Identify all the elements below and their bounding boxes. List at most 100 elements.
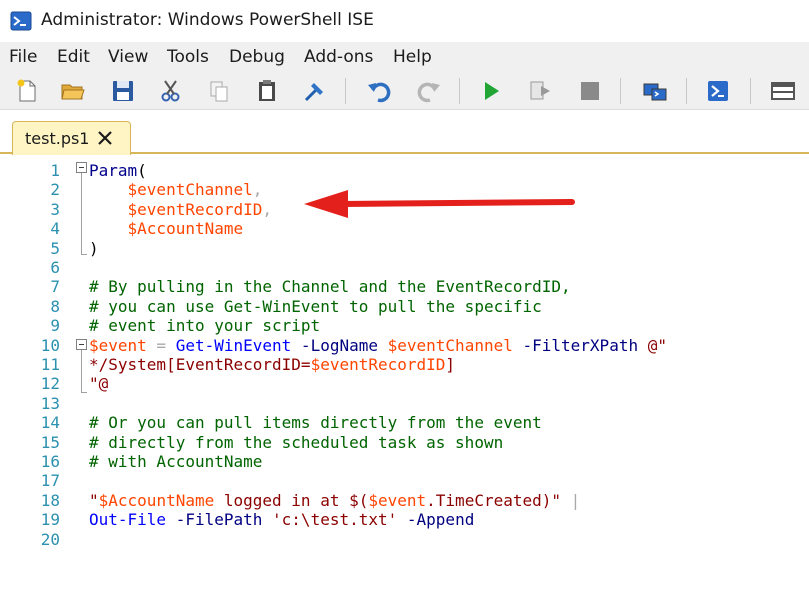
code-token: logged in at $(	[214, 490, 369, 510]
code-token: 'c:\test.txt'	[272, 510, 398, 530]
code-token: Get-WinEvent	[175, 335, 292, 355]
collapse-region-icon[interactable]	[76, 339, 87, 350]
code-token: @"	[647, 335, 667, 355]
menu-view[interactable]: View	[108, 47, 148, 67]
collapse-region-icon[interactable]	[76, 162, 87, 173]
toolbar-separator	[620, 78, 621, 104]
cut-icon[interactable]	[158, 78, 184, 104]
code-token: # event into your script	[89, 316, 321, 336]
menu-tools[interactable]: Tools	[167, 47, 209, 67]
code-line: "@	[89, 374, 108, 393]
toolbar-separator	[345, 78, 346, 104]
toolbar-separator	[459, 78, 460, 104]
line-number: 1	[50, 161, 60, 180]
toolbar	[0, 72, 809, 110]
code-token: ]	[445, 355, 456, 374]
code-token: $AccountName	[127, 219, 244, 239]
code-token: -FilePath	[166, 510, 273, 530]
code-token: # Or you can pull items directly from th…	[89, 413, 542, 433]
line-number: 7	[50, 277, 60, 297]
line-number: 3	[50, 199, 60, 219]
code-token: $AccountName	[98, 490, 215, 510]
code-token: $eventRecordID	[310, 355, 446, 374]
script-editor[interactable]: 1 2 3 4 5 6 7 8 9 10 11 12 13 14 15 16 17 18 19 20 Param( $…	[0, 156, 809, 607]
save-icon[interactable]	[110, 78, 136, 104]
line-number: 19	[40, 510, 60, 530]
line-number: 12	[40, 374, 60, 394]
line-number: 8	[50, 296, 60, 316]
annotation-arrow-icon	[304, 190, 575, 218]
close-icon[interactable]	[95, 128, 115, 148]
code-line: # Or you can pull items directly from th…	[89, 413, 542, 432]
code-token: $eventChannel	[127, 180, 253, 200]
code-token: $eventChannel	[387, 335, 513, 355]
code-token: "@	[89, 374, 109, 394]
code-line: # event into your script	[89, 316, 320, 335]
menu-edit[interactable]: Edit	[57, 47, 90, 67]
line-number: 5	[50, 238, 60, 258]
code-line: Param(	[89, 161, 147, 180]
code-token: $eventRecordID	[127, 199, 263, 219]
powershell-app-icon	[10, 11, 32, 31]
code-token: -FilterXPath	[512, 335, 648, 355]
code-token: |	[561, 490, 581, 510]
powershell-console-icon[interactable]	[705, 78, 731, 104]
paste-icon[interactable]	[254, 78, 280, 104]
code-token: .TimeCreated)"	[426, 490, 562, 510]
line-number: 6	[50, 258, 60, 277]
code-token: ,	[262, 199, 273, 219]
stop-icon[interactable]	[577, 78, 603, 104]
menu-add-ons[interactable]: Add-ons	[304, 47, 373, 67]
code-line: # with AccountName	[89, 452, 262, 471]
run-script-icon[interactable]	[478, 78, 504, 104]
code-line: */System[EventRecordID=$eventRecordID]	[89, 355, 455, 374]
code-line: $event = Get-WinEvent -LogName $eventCha…	[89, 336, 667, 355]
code-token: # By pulling in the Channel and the Even…	[89, 277, 571, 297]
line-number: 14	[40, 413, 60, 433]
line-number: 4	[50, 219, 60, 239]
line-number: 9	[50, 316, 60, 336]
line-number: 15	[40, 432, 60, 452]
open-folder-icon[interactable]	[60, 78, 86, 104]
clear-console-icon[interactable]	[302, 78, 328, 104]
code-token: # with AccountName	[89, 452, 263, 471]
script-tab-strip: test.ps1	[0, 111, 809, 155]
menu-debug[interactable]: Debug	[229, 47, 285, 67]
copy-icon[interactable]	[206, 78, 232, 104]
tab-label: test.ps1	[25, 129, 90, 148]
line-number: 13	[40, 393, 60, 413]
toolbar-separator	[750, 78, 751, 104]
remote-powershell-icon[interactable]	[642, 78, 668, 104]
tab-test-ps1[interactable]: test.ps1	[12, 121, 131, 155]
code-token: Out-File	[89, 510, 167, 530]
code-token: )	[89, 238, 99, 258]
code-token: # directly from the scheduled task as sh…	[89, 432, 504, 452]
fold-guide	[81, 173, 82, 254]
code-token: */System[EventRecordID=	[89, 355, 311, 374]
code-token: =	[146, 335, 176, 355]
code-token: $event	[368, 490, 427, 510]
new-script-icon[interactable]	[14, 78, 40, 104]
menu-help[interactable]: Help	[393, 47, 432, 67]
run-selection-icon[interactable]	[527, 78, 553, 104]
menu-file[interactable]: File	[9, 47, 37, 67]
fold-guide	[81, 350, 82, 392]
layout-pane-icon[interactable]	[770, 78, 796, 104]
code-token: ,	[252, 180, 263, 200]
code-token: Param	[89, 161, 138, 180]
code-line: "$AccountName logged in at $($event.Time…	[89, 491, 580, 510]
fold-guide-end	[81, 254, 87, 255]
code-token: -LogName	[291, 335, 388, 355]
menu-bar: File Edit View Tools Debug Add-ons Help	[0, 42, 809, 72]
undo-icon[interactable]	[366, 78, 392, 104]
line-number: 20	[40, 529, 60, 549]
code-token: (	[137, 161, 147, 180]
redo-icon[interactable]	[416, 78, 442, 104]
line-number: 16	[40, 452, 60, 471]
code-token: $event	[89, 335, 147, 355]
line-number: 10	[40, 335, 60, 355]
code-token: "	[89, 490, 99, 510]
